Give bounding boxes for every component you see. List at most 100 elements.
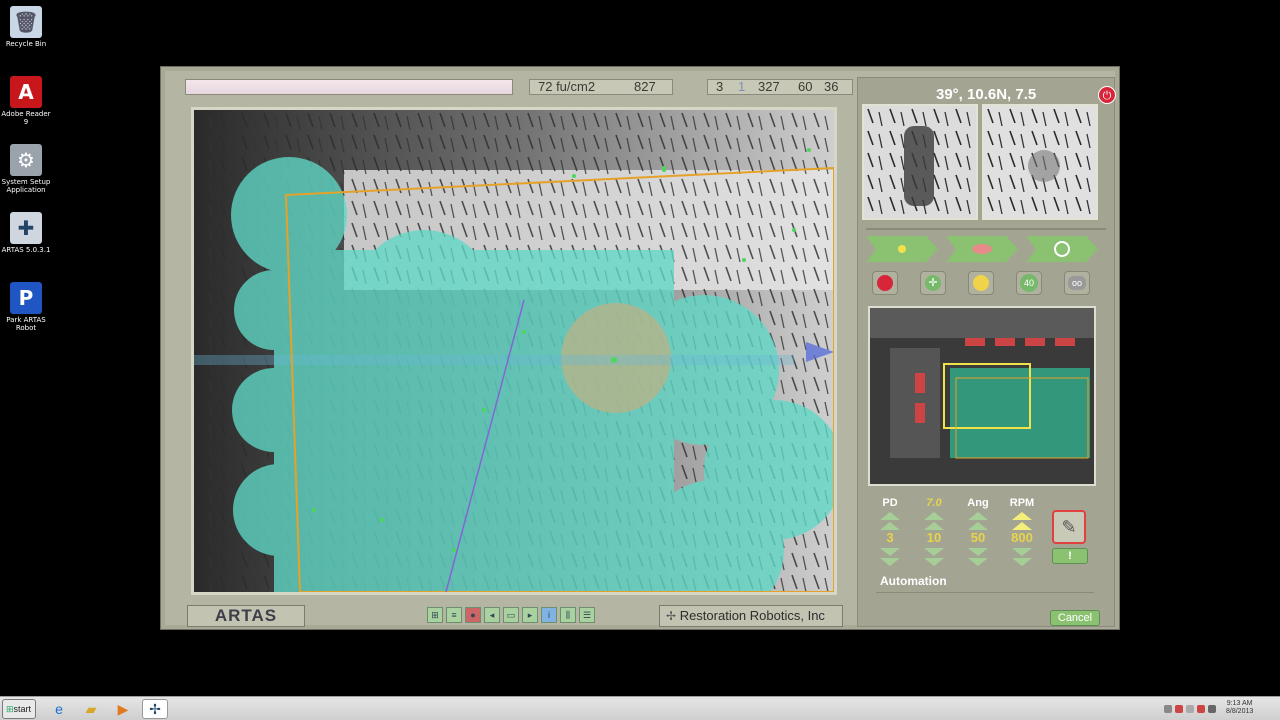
decrease-arrow-icon[interactable]	[924, 548, 944, 556]
view-toolbar: ⊞ ≡ ● ◂ ▭ ▸ i ⫼ ☰	[427, 607, 595, 623]
counter-c: 327	[758, 79, 780, 94]
light-button[interactable]	[968, 271, 994, 295]
camera-thumb-left[interactable]	[862, 104, 978, 220]
overview-map[interactable]	[868, 306, 1096, 486]
param-value: 50	[970, 530, 986, 545]
desktop-icon-system-setup[interactable]: ⚙ System Setup Application	[0, 144, 52, 194]
clock-date: 8/8/2013	[1226, 708, 1254, 715]
counter-a: 3	[716, 79, 724, 94]
step-finish-button[interactable]	[1026, 236, 1098, 262]
camera-main-view[interactable]	[191, 107, 837, 595]
increase-arrow-icon[interactable]	[968, 512, 988, 520]
density-value: 72 fu/cm2	[538, 79, 596, 94]
desktop-icon-artas[interactable]: ✚ ARTAS 5.0.3.1	[0, 212, 52, 254]
step-harvest-button[interactable]	[946, 236, 1018, 262]
level-icon: 40	[1020, 274, 1038, 292]
image-icon[interactable]: ▭	[503, 607, 519, 623]
park-icon: P	[10, 282, 42, 314]
param-value: 800	[1011, 530, 1033, 545]
tray-icon[interactable]	[1164, 705, 1172, 713]
counter-e: 36	[824, 79, 839, 94]
decrease-arrow-icon[interactable]	[968, 548, 988, 556]
desktop-icon-label: ARTAS 5.0.3.1	[1, 246, 51, 254]
decrease-arrow-icon[interactable]	[1012, 548, 1032, 556]
count-value: 827	[634, 79, 656, 94]
increase-arrow-icon[interactable]	[1012, 512, 1032, 520]
info-icon[interactable]: i	[541, 607, 557, 623]
artas-task-icon[interactable]: ✢	[142, 699, 168, 719]
artas-icon: ✚	[10, 212, 42, 244]
desktop-icon-adobe-reader[interactable]: A Adobe Reader 9	[0, 76, 52, 126]
param-label: PD	[882, 497, 898, 509]
counters-readout: 3 1 327 60 36	[707, 79, 853, 95]
increase-arrow-icon[interactable]	[880, 512, 900, 520]
stop-button[interactable]	[872, 271, 898, 295]
camera-thumb-right-image	[984, 106, 1096, 218]
decrease-arrow-icon[interactable]	[880, 558, 900, 566]
divider	[866, 228, 1106, 230]
counter-b: 1	[738, 79, 746, 94]
record-icon[interactable]: ●	[465, 607, 481, 623]
param-depth: 7.0 10	[914, 496, 954, 566]
columns-icon[interactable]: ⫼	[560, 607, 576, 623]
gear-icon: ⚙	[10, 144, 42, 176]
clock[interactable]: 9:13 AM 8/8/2013	[1226, 700, 1253, 716]
artas-window: 72 fu/cm2 827 3 1 327 60 36 ARTAS ⊞ ≡ ● …	[160, 66, 1120, 630]
folder-icon[interactable]: ▰	[78, 699, 104, 719]
status-bar: 72 fu/cm2 827 3 1 327 60 36	[181, 77, 853, 99]
start-button[interactable]: ⊞start	[2, 699, 36, 719]
decrease-arrow-icon[interactable]	[1012, 558, 1032, 566]
increase-arrow-icon[interactable]	[1012, 522, 1032, 530]
cancel-button[interactable]: Cancel	[1050, 610, 1100, 626]
level-button[interactable]: 40	[1016, 271, 1042, 295]
density-readout: 72 fu/cm2 827	[529, 79, 673, 95]
step-target-button[interactable]	[866, 236, 938, 262]
tray-icon[interactable]	[1208, 705, 1216, 713]
tray-icon[interactable]	[1197, 705, 1205, 713]
company-name: Restoration Robotics, Inc	[679, 608, 825, 623]
forward-icon[interactable]: ▸	[522, 607, 538, 623]
alert-button[interactable]: !	[1052, 548, 1088, 564]
start-label: start	[13, 704, 32, 714]
automation-divider	[876, 592, 1094, 593]
artas-logo: ARTAS	[187, 605, 305, 627]
desktop-icon-recycle-bin[interactable]: 🗑 Recycle Bin	[0, 6, 52, 48]
robot-icon: ✢	[666, 609, 677, 623]
power-icon[interactable]: ⏻	[1098, 86, 1116, 104]
binocular-icon: oo	[1068, 276, 1086, 290]
internet-explorer-icon[interactable]: e	[46, 699, 72, 719]
tray-icon[interactable]	[1175, 705, 1183, 713]
camera-thumb-right[interactable]	[982, 104, 1098, 220]
back-icon[interactable]: ◂	[484, 607, 500, 623]
increase-arrow-icon[interactable]	[968, 522, 988, 530]
company-label: ✢ Restoration Robotics, Inc	[659, 605, 843, 627]
desktop-icon-park-artas[interactable]: P Park ARTAS Robot	[0, 282, 52, 332]
increase-arrow-icon[interactable]	[880, 522, 900, 530]
punch-tool-button[interactable]: ✎	[1052, 510, 1086, 544]
param-value: 3	[886, 530, 894, 545]
media-player-icon[interactable]: ▶	[110, 699, 136, 719]
param-rpm: RPM 800	[1002, 496, 1042, 566]
increase-arrow-icon[interactable]	[924, 512, 944, 520]
move-button[interactable]: ✛	[920, 271, 946, 295]
clock-time: 9:13 AM	[1226, 700, 1253, 707]
taskbar: ⊞start e ▰ ▶ ✢ 9:13 AM 8/8/2013	[0, 696, 1280, 720]
tray-icon[interactable]	[1186, 705, 1194, 713]
system-tray	[1164, 701, 1218, 717]
camera-toggle-button[interactable]: oo	[1064, 271, 1090, 295]
decrease-arrow-icon[interactable]	[924, 558, 944, 566]
desktop-icon-label: Adobe Reader 9	[1, 110, 51, 126]
windows-icon: ⊞	[6, 704, 14, 714]
angle-force-readout: 39°, 10.6N, 7.5	[936, 86, 1037, 103]
parameter-panel: PD 3 7.0 10 Ang 50 RPM 800 ✎ ! Automatio…	[868, 496, 1102, 626]
desktop-icon-label: Park ARTAS Robot	[6, 316, 46, 332]
zoom-icon[interactable]: ⊞	[427, 607, 443, 623]
increase-arrow-icon[interactable]	[924, 522, 944, 530]
list-icon[interactable]: ☰	[579, 607, 595, 623]
decrease-arrow-icon[interactable]	[968, 558, 988, 566]
grid-icon[interactable]: ≡	[446, 607, 462, 623]
param-label: RPM	[1009, 497, 1035, 509]
overview-image	[870, 308, 1094, 484]
param-label: 7.0	[926, 497, 942, 509]
decrease-arrow-icon[interactable]	[880, 548, 900, 556]
